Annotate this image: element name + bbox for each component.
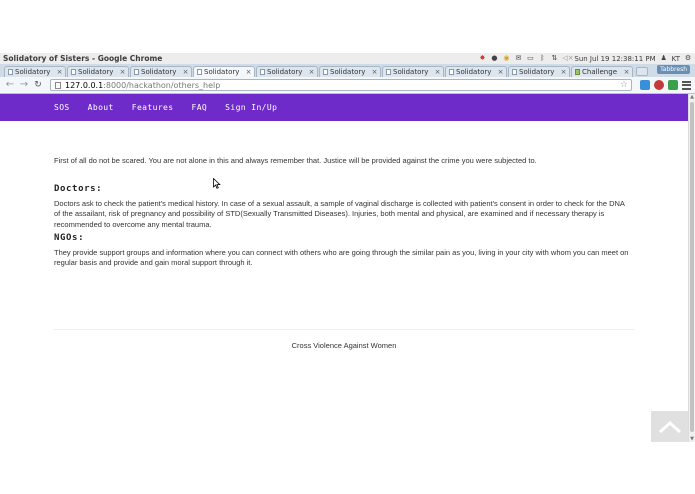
tab-label: Solidatory	[519, 68, 555, 76]
nav-link-features[interactable]: Features	[132, 103, 174, 112]
page-icon	[512, 69, 517, 75]
page-icon	[386, 69, 391, 75]
footer-divider	[54, 329, 634, 331]
tab-label: Solidatory	[141, 68, 177, 76]
tab-strip-badge[interactable]: Tabbresh	[657, 65, 690, 74]
browser-tab[interactable]: Solidatory ×	[130, 66, 192, 77]
volume-muted-icon[interactable]: ◁×	[562, 55, 573, 62]
back-arrow-icon[interactable]: ←	[4, 79, 16, 91]
tab-label: Solidatory	[78, 68, 114, 76]
section-text-ngos: They provide support groups and informat…	[54, 247, 629, 268]
close-icon[interactable]: ×	[119, 68, 126, 76]
chevron-up-icon	[658, 420, 681, 433]
browser-tab[interactable]: Solidatory ×	[319, 66, 381, 77]
os-top-bar: Solidatory of Sisters - Google Chrome ✸ …	[0, 53, 695, 64]
chrome-icon[interactable]: ◉	[502, 55, 510, 62]
screen: Solidatory of Sisters - Google Chrome ✸ …	[0, 0, 695, 494]
close-icon[interactable]: ×	[434, 68, 441, 76]
tab-label: Solidatory	[204, 68, 240, 76]
page-icon	[55, 81, 61, 89]
tab-label: Solidatory	[330, 68, 366, 76]
browser-tab[interactable]: Solidatory ×	[445, 66, 507, 77]
network-icon[interactable]: ⇅	[550, 55, 558, 62]
nav-link-faq[interactable]: FAQ	[191, 103, 207, 112]
puzzle-icon	[575, 69, 580, 75]
close-icon[interactable]: ×	[245, 68, 252, 76]
address-bar[interactable]: 127.0.0.1:8000/hackathon/others_help ☆	[50, 79, 632, 91]
section-text-doctors: Doctors ask to check the patient's medic…	[54, 199, 625, 229]
section-heading-doctors: Doctors:	[54, 184, 103, 194]
browser-tab[interactable]: Solidatory ×	[256, 66, 318, 77]
bookmark-star-icon[interactable]: ☆	[620, 80, 628, 91]
tab-label: Challenge	[582, 68, 617, 76]
user-name[interactable]: KT	[672, 55, 680, 63]
tab-label: Solidatory	[456, 68, 492, 76]
bug-icon[interactable]: ✸	[478, 55, 486, 62]
browser-tab[interactable]: Solidatory ×	[4, 66, 66, 77]
page-icon	[323, 69, 328, 75]
browser-toolbar: ← → ↻ 127.0.0.1:8000/hackathon/others_he…	[0, 77, 695, 94]
bluetooth-icon[interactable]: ᛒ	[538, 55, 546, 62]
close-icon[interactable]: ×	[371, 68, 378, 76]
scroll-down-icon[interactable]: ▼	[689, 436, 695, 442]
close-icon[interactable]: ×	[623, 68, 630, 76]
browser-tab[interactable]: Challenge ×	[571, 66, 633, 77]
intro-text: First of all do not be scared. You are n…	[54, 156, 537, 165]
extension-icon[interactable]	[668, 80, 678, 90]
scrollbar[interactable]: ▲ ▼	[688, 94, 695, 442]
page-icon	[197, 69, 202, 75]
page-icon	[260, 69, 265, 75]
scroll-up-icon[interactable]: ▲	[689, 94, 695, 100]
gear-icon[interactable]: ⚙	[684, 55, 692, 62]
menu-icon[interactable]	[682, 80, 691, 90]
browser-tab[interactable]: Solidatory ×	[508, 66, 570, 77]
page-icon	[134, 69, 139, 75]
tab-label: Solidatory	[15, 68, 51, 76]
close-icon[interactable]: ×	[308, 68, 315, 76]
url-host: 127.0.0.1	[65, 80, 104, 90]
nav-link-about[interactable]: About	[88, 103, 114, 112]
url-path: :8000/hackathon/others_help	[103, 80, 221, 90]
close-icon[interactable]: ×	[560, 68, 567, 76]
mail-icon[interactable]: ✉	[514, 55, 522, 62]
close-icon[interactable]: ×	[182, 68, 189, 76]
close-icon[interactable]: ×	[56, 68, 63, 76]
browser-tab[interactable]: Solidatory ×	[67, 66, 129, 77]
close-icon[interactable]: ×	[497, 68, 504, 76]
scroll-thumb[interactable]	[690, 102, 694, 432]
tab-strip: Solidatory × Solidatory × Solidatory × Soli…	[0, 64, 695, 77]
tab-label: Solidatory	[393, 68, 429, 76]
nav-link-sos[interactable]: SOS	[54, 103, 70, 112]
user-icon: ♟	[660, 54, 667, 62]
page-icon	[8, 69, 13, 75]
extension-icon[interactable]	[654, 80, 664, 90]
page-viewport: SOS About Features FAQ Sign In/Up First …	[0, 94, 688, 442]
mouse-cursor-icon	[213, 178, 221, 189]
battery-icon[interactable]: ▭	[526, 55, 534, 62]
reload-icon[interactable]: ↻	[32, 79, 44, 91]
page-icon	[449, 69, 454, 75]
page-icon	[71, 69, 76, 75]
section-heading-ngos: NGOs:	[54, 232, 85, 243]
skype-icon[interactable]: ●	[490, 55, 498, 62]
site-navbar: SOS About Features FAQ Sign In/Up	[0, 94, 688, 121]
back-to-top-button[interactable]	[651, 411, 688, 442]
new-tab-button[interactable]	[636, 67, 648, 76]
forward-arrow-icon[interactable]: →	[18, 79, 30, 91]
system-tray: ✸ ● ◉ ✉ ▭ ᛒ ⇅ ◁× Sun Jul 19 12:38:11 PM …	[478, 55, 695, 63]
nav-link-sign-in[interactable]: Sign In/Up	[225, 103, 277, 112]
tab-label: Solidatory	[267, 68, 303, 76]
main-content: First of all do not be scared. You are n…	[0, 121, 688, 268]
footer-text: Cross Violence Against Women	[291, 341, 397, 351]
extension-icon[interactable]	[640, 80, 650, 90]
browser-tab-active[interactable]: Solidatory ×	[193, 66, 255, 77]
window-title: Solidatory of Sisters - Google Chrome	[3, 54, 163, 63]
extensions	[640, 80, 678, 90]
browser-tab[interactable]: Solidatory ×	[382, 66, 444, 77]
clock[interactable]: Sun Jul 19 12:38:11 PM	[574, 55, 655, 63]
